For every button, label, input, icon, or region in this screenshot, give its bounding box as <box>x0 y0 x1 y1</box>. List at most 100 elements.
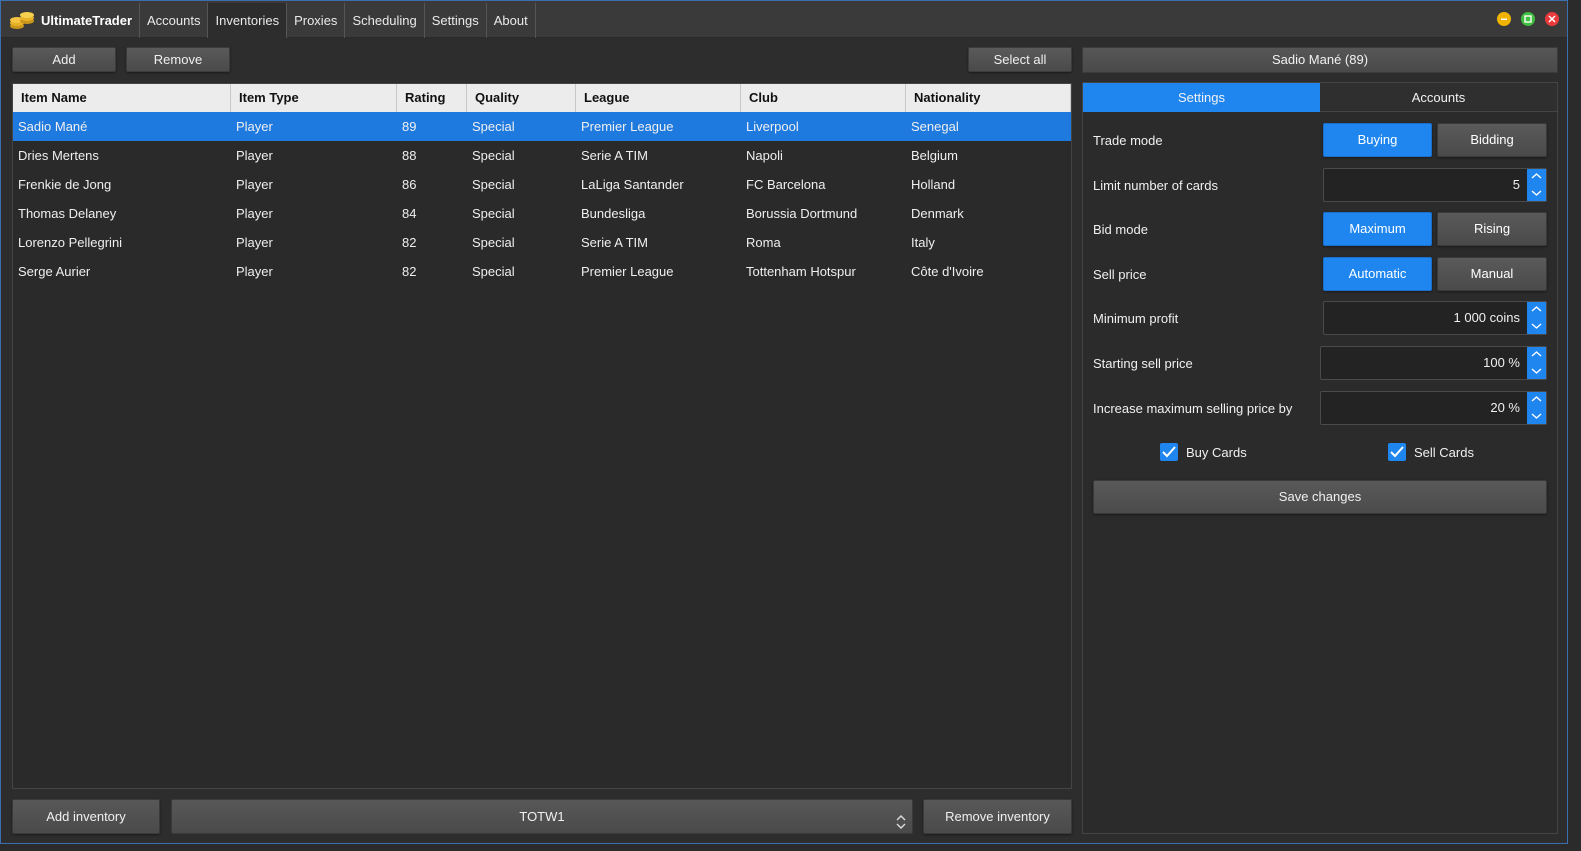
minimum-profit-stepper[interactable]: 1 000 coins <box>1323 301 1547 335</box>
limit-cards-stepper[interactable]: 5 <box>1323 168 1547 202</box>
column-header-item-name[interactable]: Item Name <box>13 84 231 112</box>
increase-max-price-label: Increase maximum selling price by <box>1093 401 1293 416</box>
column-header-club[interactable]: Club <box>741 84 906 112</box>
cell-rating: 84 <box>402 206 417 221</box>
cell-club: Borussia Dortmund <box>746 206 858 221</box>
checkmark-icon <box>1162 446 1176 458</box>
cell-nationality: Senegal <box>911 119 959 134</box>
inventory-select-value: TOTW1 <box>519 809 565 824</box>
column-header-league[interactable]: League <box>576 84 741 112</box>
select-all-button[interactable]: Select all <box>968 47 1072 72</box>
cell-item-name: Sadio Mané <box>18 119 88 134</box>
cell-item-type: Player <box>236 148 273 163</box>
menu-accounts[interactable]: Accounts <box>139 3 207 38</box>
stepper-arrows-icon[interactable] <box>1527 347 1546 379</box>
cell-item-name: Thomas Delaney <box>18 206 117 221</box>
sell-price-automatic-button[interactable]: Automatic <box>1323 257 1432 291</box>
cell-league: Premier League <box>581 119 674 134</box>
main-menu: Accounts Inventories Proxies Scheduling … <box>139 3 536 38</box>
starting-sell-price-label: Starting sell price <box>1093 356 1193 371</box>
limit-cards-value: 5 <box>1512 177 1520 192</box>
menu-proxies[interactable]: Proxies <box>286 3 344 38</box>
cell-league: LaLiga Santander <box>581 177 684 192</box>
buy-cards-label[interactable]: Buy Cards <box>1186 445 1247 460</box>
cell-item-type: Player <box>236 119 273 134</box>
column-header-quality[interactable]: Quality <box>467 84 576 112</box>
minimum-profit-value: 1 000 coins <box>1453 310 1521 325</box>
stepper-arrows-icon[interactable] <box>1527 302 1546 334</box>
tab-settings[interactable]: Settings <box>1083 83 1320 112</box>
remove-inventory-button[interactable]: Remove inventory <box>923 799 1072 834</box>
sell-price-manual-button[interactable]: Manual <box>1437 257 1547 291</box>
menu-scheduling[interactable]: Scheduling <box>344 3 423 38</box>
table-row[interactable]: Serge Aurier Player 82 Special Premier Leagu… <box>13 257 1071 286</box>
cell-nationality: Denmark <box>911 206 964 221</box>
title-bar: UltimateTrader Accounts Inventories Prox… <box>1 1 1567 38</box>
cell-club: Liverpool <box>746 119 799 134</box>
app-title: UltimateTrader <box>41 13 133 28</box>
bid-mode-maximum-button[interactable]: Maximum <box>1323 212 1432 246</box>
table-row[interactable]: Dries Mertens Player 88 Special Serie A TIM N… <box>13 141 1071 170</box>
cell-item-type: Player <box>236 264 273 279</box>
bid-mode-rising-button[interactable]: Rising <box>1437 212 1547 246</box>
cell-rating: 86 <box>402 177 417 192</box>
close-icon[interactable] <box>1545 12 1559 26</box>
cell-rating: 82 <box>402 235 417 250</box>
stepper-arrows-icon[interactable] <box>1527 169 1546 201</box>
cell-nationality: Belgium <box>911 148 958 163</box>
cell-quality: Special <box>472 177 515 192</box>
column-header-item-type[interactable]: Item Type <box>231 84 397 112</box>
cell-item-type: Player <box>236 235 273 250</box>
cell-nationality: Holland <box>911 177 956 192</box>
cell-club: Napoli <box>746 148 783 163</box>
cell-club: FC Barcelona <box>746 177 826 192</box>
cell-item-name: Serge Aurier <box>18 264 91 279</box>
buy-cards-checkbox[interactable] <box>1160 443 1178 461</box>
cell-quality: Special <box>472 148 515 163</box>
cell-item-type: Player <box>236 177 273 192</box>
cell-league: Serie A TIM <box>581 148 648 163</box>
cell-league: Serie A TIM <box>581 235 648 250</box>
menu-about[interactable]: About <box>485 3 536 38</box>
save-changes-button[interactable]: Save changes <box>1093 480 1547 514</box>
trade-mode-bidding-button[interactable]: Bidding <box>1437 123 1547 157</box>
bid-mode-label: Bid mode <box>1093 222 1148 237</box>
increase-max-price-stepper[interactable]: 20 % <box>1320 391 1547 425</box>
table-row[interactable]: Frenkie de Jong Player 86 Special LaLiga San… <box>13 170 1071 199</box>
increase-max-price-value: 20 % <box>1490 400 1520 415</box>
trade-mode-buying-button[interactable]: Buying <box>1323 123 1432 157</box>
trade-mode-label: Trade mode <box>1093 133 1163 148</box>
tab-accounts[interactable]: Accounts <box>1320 83 1557 112</box>
sell-cards-checkbox[interactable] <box>1388 443 1406 461</box>
cell-quality: Special <box>472 235 515 250</box>
cell-item-name: Dries Mertens <box>18 148 99 163</box>
table-row[interactable]: Lorenzo Pellegrini Player 82 Special Serie A… <box>13 228 1071 257</box>
cell-rating: 89 <box>402 119 417 134</box>
limit-cards-label: Limit number of cards <box>1093 178 1218 193</box>
maximize-icon[interactable] <box>1521 12 1535 26</box>
cell-quality: Special <box>472 264 515 279</box>
item-settings-panel: Settings Accounts Trade mode Buying Bidd… <box>1082 82 1558 834</box>
cell-rating: 88 <box>402 148 417 163</box>
add-button[interactable]: Add <box>12 47 116 72</box>
remove-button[interactable]: Remove <box>126 47 230 72</box>
minimize-icon[interactable] <box>1497 12 1511 26</box>
cell-nationality: Côte d'Ivoire <box>911 264 984 279</box>
table-row[interactable]: Sadio Mané Player 89 Special Premier League L… <box>13 112 1071 141</box>
sell-cards-label[interactable]: Sell Cards <box>1414 445 1474 460</box>
cell-league: Premier League <box>581 264 674 279</box>
menu-settings[interactable]: Settings <box>423 3 486 38</box>
starting-sell-price-value: 100 % <box>1483 355 1520 370</box>
updown-chevron-icon <box>896 809 906 842</box>
column-header-rating[interactable]: Rating <box>397 84 467 112</box>
stepper-arrows-icon[interactable] <box>1527 392 1546 424</box>
table-row[interactable]: Thomas Delaney Player 84 Special Bundesliga B… <box>13 199 1071 228</box>
starting-sell-price-stepper[interactable]: 100 % <box>1320 346 1547 380</box>
menu-inventories[interactable]: Inventories <box>207 3 287 38</box>
column-header-nationality[interactable]: Nationality <box>906 84 1071 112</box>
cell-rating: 82 <box>402 264 417 279</box>
inventory-select[interactable]: TOTW1 <box>171 799 913 834</box>
add-inventory-button[interactable]: Add inventory <box>12 799 160 834</box>
cell-quality: Special <box>472 206 515 221</box>
cell-nationality: Italy <box>911 235 935 250</box>
